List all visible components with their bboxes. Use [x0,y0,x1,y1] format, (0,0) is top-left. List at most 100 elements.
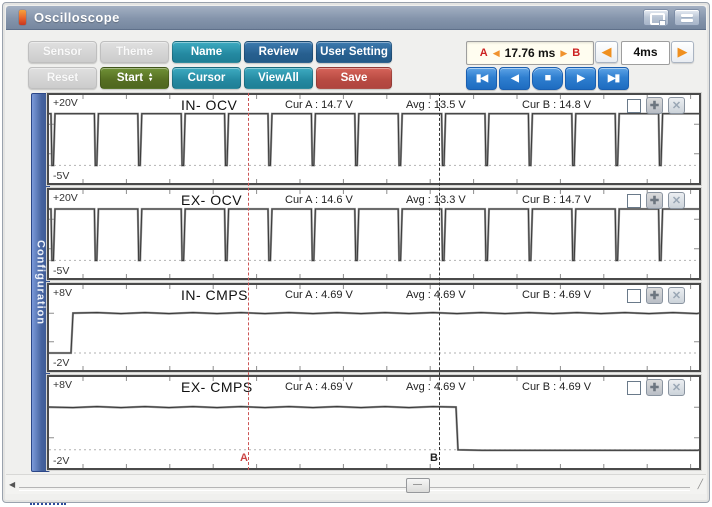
channel-close-button[interactable]: ✕ [668,97,685,114]
window-title: Oscilloscope [34,10,120,25]
cursor-a-value: Cur A : 14.6 V [285,194,353,206]
cursor-b-label: B [572,47,581,59]
play-button[interactable]: ▶ [565,67,596,90]
channel-checkbox[interactable] [627,194,641,208]
save-button[interactable]: Save [316,67,392,89]
user-setting-button[interactable]: User Setting [316,41,392,63]
channel-panel: +20V -5V EX- OCV Cur A : 14.6 V Avg : 13… [47,188,701,280]
start-button-label: Start [116,72,144,84]
review-button-label: Review [258,46,299,58]
name-button[interactable]: Name [172,41,241,63]
step-back-button[interactable]: ◀ [499,67,530,90]
skip-to-start-icon: ▮◀ [475,73,488,84]
channel-checkbox[interactable] [627,381,641,395]
cursor-delta-readout: A ◀ 17.76 ms ▶ B [466,41,594,65]
avg-value: Avg : 13.3 V [406,194,466,206]
cursor-b-line[interactable] [439,93,440,470]
channel-name: IN- CMPS [181,287,248,303]
channel-name: EX- OCV [181,192,243,208]
scroll-left-icon[interactable]: ◀ [9,480,15,489]
timebase-decrease-button[interactable]: ◀ [595,41,618,63]
reset-button-label: Reset [46,72,79,84]
cursor-a-value: Cur A : 4.69 V [285,289,353,301]
channel-name: IN- OCV [181,97,238,113]
vmin-label: -2V [53,455,70,467]
right-arrow-icon: ▶ [677,44,688,59]
avg-value: Avg : 4.69 V [406,289,466,301]
cursor-b-arrow-icon: ▶ [560,47,568,58]
theme-button-label: Theme [115,46,154,58]
avg-value: Avg : 4.69 V [406,381,466,393]
channel-name: EX- CMPS [181,379,253,395]
horizontal-scrollbar[interactable]: ◀ ╱ [6,474,706,494]
viewall-button[interactable]: ViewAll [244,67,313,89]
cursor-button-label: Cursor [187,72,226,84]
restore-window-button[interactable] [643,9,669,26]
sensor-button-label: Sensor [43,46,82,58]
vmax-label: +20V [53,192,78,204]
stop-button[interactable]: ■ [532,67,563,90]
channel-zoom-button[interactable]: ✚ [646,192,663,209]
cursor-a-value: Cur A : 14.7 V [285,99,353,111]
cursor-a-tag: A [240,452,248,464]
channel-panel: +8V -2V EX- CMPS Cur A : 4.69 V Avg : 4.… [47,375,701,470]
play-icon: ▶ [577,73,585,84]
channel-checkbox[interactable] [627,289,641,303]
channel-panel: +8V -2V IN- CMPS Cur A : 4.69 V Avg : 4.… [47,283,701,372]
timebase-increase-button[interactable]: ▶ [671,41,694,63]
timebase-value[interactable]: 4ms [621,41,670,65]
ab-delta-value: 17.76 ms [504,46,556,60]
cursor-b-value: Cur B : 14.7 V [522,194,592,206]
vmax-label: +8V [53,287,72,299]
avg-value: Avg : 13.5 V [406,99,466,111]
viewall-button-label: ViewAll [258,72,299,84]
cursor-b-value: Cur B : 14.8 V [522,99,592,111]
window-controls [643,9,700,26]
waveform-plot [49,190,699,278]
step-back-icon: ◀ [511,73,519,84]
skip-to-start-button[interactable]: ▮◀ [466,67,497,90]
cursor-b-value: Cur B : 4.69 V [522,381,592,393]
channel-panel: +20V -5V IN- OCV Cur A : 14.7 V Avg : 13… [47,93,701,185]
cursor-a-label: A [479,47,488,59]
skip-to-end-button[interactable]: ▶▮ [598,67,629,90]
channel-close-button[interactable]: ✕ [668,287,685,304]
waveform-plot [49,285,699,370]
restore-icon [650,13,666,26]
vmax-label: +20V [53,97,78,109]
titlebar: Oscilloscope [6,6,706,30]
start-spinner-icon: ▴ ▾ [149,72,153,83]
cursor-a-line[interactable] [248,93,249,470]
skip-to-end-icon: ▶▮ [607,73,620,84]
name-button-label: Name [190,46,223,58]
sensor-button[interactable]: Sensor [28,41,97,63]
channel-zoom-button[interactable]: ✚ [646,97,663,114]
scrollbar-thumb[interactable] [406,478,430,493]
save-button-label: Save [340,72,368,84]
channel-checkbox[interactable] [627,99,641,113]
left-arrow-icon: ◀ [601,44,612,59]
stop-icon: ■ [544,72,552,84]
vmin-label: -5V [53,170,70,182]
vmin-label: -2V [53,357,70,369]
scroll-resize-icon: ╱ [697,479,703,489]
scrollbar-track[interactable] [19,487,690,491]
channel-zoom-button[interactable]: ✚ [646,287,663,304]
vmax-label: +8V [53,379,72,391]
waveform-plot [49,95,699,183]
cursor-a-value: Cur A : 4.69 V [285,381,353,393]
review-button[interactable]: Review [244,41,313,63]
window-menu-button[interactable] [674,9,700,26]
start-button[interactable]: Start ▴ ▾ [100,67,169,89]
reset-button[interactable]: Reset [28,67,97,89]
app-icon [19,10,26,25]
theme-button[interactable]: Theme [100,41,169,63]
user-setting-button-label: User Setting [320,46,388,58]
cursor-button[interactable]: Cursor [172,67,241,89]
channel-close-button[interactable]: ✕ [668,379,685,396]
channel-close-button[interactable]: ✕ [668,192,685,209]
vmin-label: -5V [53,265,70,277]
waveform-plot [49,377,699,468]
channel-zoom-button[interactable]: ✚ [646,379,663,396]
cursor-b-value: Cur B : 4.69 V [522,289,592,301]
